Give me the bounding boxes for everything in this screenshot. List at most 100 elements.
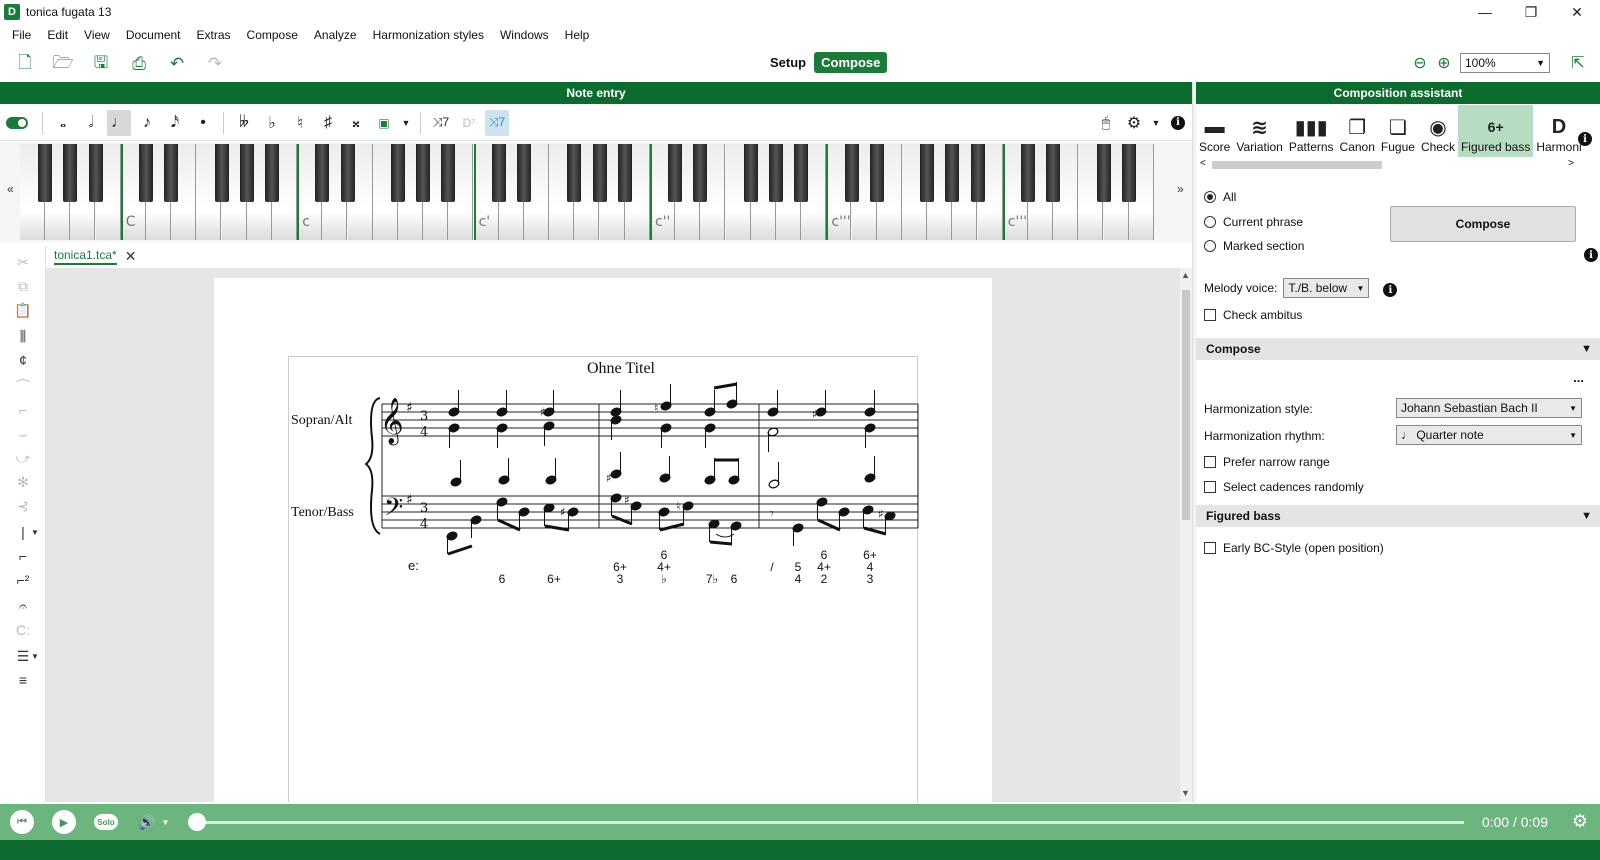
melody-voice-select[interactable]: T./B. below ▼ [1283, 278, 1370, 298]
info-icon[interactable]: i [1166, 110, 1190, 136]
piano-black-key[interactable] [1096, 144, 1111, 202]
undo-icon[interactable]: ↶ [164, 51, 190, 77]
chevron-down-icon[interactable]: ▼ [30, 522, 40, 542]
piano-black-key[interactable] [794, 144, 809, 202]
assistant-tab-harmoni[interactable]: D Harmoni [1533, 105, 1584, 157]
piano-black-key[interactable] [38, 144, 53, 202]
check-ambitus-checkbox[interactable]: Check ambitus [1204, 308, 1302, 322]
ornament-icon[interactable]: ✻ [12, 472, 34, 492]
natural-icon[interactable]: ♮ [288, 110, 312, 136]
piano-black-key[interactable] [668, 144, 683, 202]
piano-black-key[interactable] [441, 144, 456, 202]
auto-chord-icon[interactable]: ⤨7 [485, 109, 509, 136]
scope-current-phrase-radio[interactable]: Current phrase [1204, 215, 1303, 229]
zoom-out-icon[interactable]: ⊖ [1408, 51, 1432, 75]
volume-icon[interactable]: 🔊 [138, 814, 155, 831]
piano-black-key[interactable] [164, 144, 179, 202]
piano-black-key[interactable] [869, 144, 884, 202]
piano-black-key[interactable] [693, 144, 708, 202]
assistant-tab-figured-bass[interactable]: 6+ Figured bass [1457, 105, 1534, 157]
menu-file[interactable]: File [4, 28, 39, 42]
piano-black-key[interactable] [265, 144, 279, 202]
scroll-up-icon[interactable]: ▲ [1181, 270, 1190, 280]
prefer-narrow-range-checkbox[interactable]: Prefer narrow range [1204, 455, 1330, 469]
assistant-tab-scrollbar[interactable]: < > [1196, 158, 1576, 172]
paste-icon[interactable]: 📋 [12, 300, 34, 320]
assistant-tab-fugue[interactable]: ❏ Fugue [1378, 105, 1418, 157]
export-icon[interactable]: ⇱ [1566, 51, 1590, 75]
vertical-scrollbar[interactable]: ▲ ▼ [1180, 268, 1192, 802]
piano-black-key[interactable] [617, 144, 632, 202]
scope-all-radio[interactable]: All [1204, 190, 1236, 204]
early-bc-style-checkbox[interactable]: Early BC-Style (open position) [1204, 541, 1384, 555]
redo-icon[interactable]: ↷ [202, 51, 228, 77]
fermata-icon[interactable]: 𝄐 [12, 596, 34, 616]
keyboard-scroll-right-icon[interactable]: » [1177, 182, 1184, 196]
accidental-mode-icon[interactable]: ▣ [372, 110, 396, 136]
piano-black-key[interactable] [920, 144, 935, 202]
chevron-down-icon[interactable]: ▼ [161, 818, 169, 827]
sixteenth-note-icon[interactable]: 𝅘𝅥𝅯 [163, 110, 187, 136]
glissando-icon[interactable]: ⤻ [12, 448, 34, 468]
beam-icon[interactable]: ⌐ [12, 400, 34, 420]
piano-black-key[interactable] [592, 144, 607, 202]
volta-first-icon[interactable]: ⌐ [12, 546, 34, 566]
scope-marked-section-radio[interactable]: Marked section [1204, 239, 1304, 253]
harmonization-style-select[interactable]: Johann Sebastian Bach II ▼ [1396, 398, 1582, 418]
menu-harmonization-styles[interactable]: Harmonization styles [365, 28, 492, 42]
volta-second-icon[interactable]: ⌐² [12, 570, 34, 590]
double-sharp-icon[interactable]: 𝄪 [344, 110, 368, 136]
menu-help[interactable]: Help [557, 28, 598, 42]
half-note-icon[interactable]: 𝅗𝅥 [79, 110, 103, 136]
sharp-icon[interactable]: ♯ [316, 110, 340, 136]
menu-view[interactable]: View [76, 28, 118, 42]
piano-black-key[interactable] [239, 144, 254, 202]
scroll-right-icon[interactable]: > [1568, 158, 1574, 169]
close-icon[interactable]: ✕ [125, 248, 137, 265]
piano-black-key[interactable] [63, 144, 78, 202]
menu-analyze[interactable]: Analyze [306, 28, 365, 42]
rewind-button[interactable]: ⏮ [10, 810, 34, 834]
piano-black-key[interactable] [491, 144, 506, 202]
open-file-icon[interactable]: 🗁 [50, 51, 76, 77]
mode-compose-button[interactable]: Compose [814, 52, 888, 73]
menu-compose[interactable]: Compose [239, 28, 306, 42]
playback-progress-knob[interactable] [188, 813, 206, 831]
mouse-input-icon[interactable]: 🖱 [1094, 110, 1118, 136]
chevron-down-icon[interactable]: ▼ [30, 646, 40, 666]
chevron-down-icon[interactable]: ▼ [1150, 110, 1162, 136]
piano-black-key[interactable] [970, 144, 985, 202]
slur-icon[interactable]: ⌒ [12, 376, 34, 396]
save-icon[interactable]: 🖫 [88, 51, 114, 77]
minimize-button[interactable]: — [1462, 0, 1508, 24]
piano-black-key[interactable] [1121, 144, 1136, 202]
piano-black-key[interactable] [567, 144, 582, 202]
copy-icon[interactable]: ⧉ [12, 276, 34, 296]
print-icon[interactable]: ⎙ [126, 51, 152, 77]
piano-black-key[interactable] [844, 144, 859, 202]
compose-section-header[interactable]: Compose ▼ [1196, 338, 1600, 360]
tie-icon[interactable]: ⌣ [12, 424, 34, 444]
keyboard-scroll-left-icon[interactable]: « [7, 182, 14, 196]
eighth-note-icon[interactable]: ♪ [135, 110, 159, 136]
staff-lines-icon[interactable]: ≡ [12, 670, 34, 690]
key-label-icon[interactable]: C: [12, 620, 34, 640]
scroll-left-icon[interactable]: < [1200, 158, 1206, 169]
quarter-note-icon[interactable]: ♩ [107, 109, 131, 136]
harmonization-rhythm-select[interactable]: ♩ Quarter note ▼ [1396, 425, 1582, 445]
mode-setup-button[interactable]: Setup [770, 55, 806, 70]
restore-button[interactable]: ❐ [1508, 0, 1554, 24]
zoom-select[interactable]: 100% ▼ [1460, 53, 1550, 73]
assistant-tab-canon[interactable]: ❐ Canon [1337, 105, 1378, 157]
piano-black-key[interactable] [340, 144, 355, 202]
score-page[interactable]: Ohne Titel Sopran/Alt Tenor/Bass 𝄞 𝄢 ♯ ♯ 3 4 3 4 ♯ ♮… [214, 278, 992, 802]
dominant-seventh-icon[interactable]: D⁷ [457, 110, 481, 136]
playback-progress-track[interactable] [194, 821, 1464, 824]
menu-edit[interactable]: Edit [39, 28, 76, 42]
piano-black-key[interactable] [517, 144, 531, 202]
assistant-tab-variation[interactable]: ≋ Variation [1233, 105, 1285, 157]
scroll-thumb[interactable] [1212, 161, 1382, 169]
info-icon[interactable]: i [1383, 283, 1398, 297]
piano-black-key[interactable] [1046, 144, 1061, 202]
figured-bass-section-header[interactable]: Figured bass ▼ [1196, 505, 1600, 527]
